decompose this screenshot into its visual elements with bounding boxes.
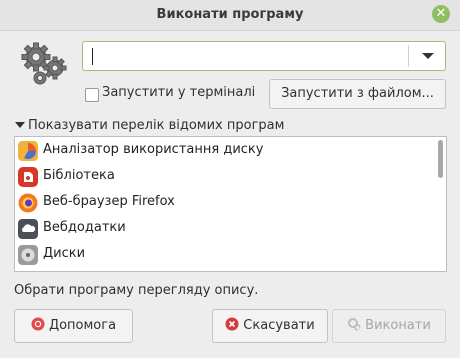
list-item-partial[interactable] [15, 268, 433, 272]
list-item[interactable]: Бібліотека [15, 164, 433, 190]
cancel-button-label: Скасувати [243, 318, 315, 333]
show-app-list-toggle[interactable]: Показувати перелік відомих програм [28, 118, 284, 133]
list-item[interactable]: Вебдодатки [15, 216, 433, 242]
list-item-label: Диски [43, 246, 86, 261]
run-button[interactable]: Виконати [332, 309, 446, 343]
status-text: Обрати програму перегляду опису. [14, 283, 259, 298]
help-button[interactable]: Допомога [14, 309, 133, 343]
help-icon [31, 317, 45, 331]
combo-separator [408, 45, 409, 67]
chevron-down-icon[interactable] [422, 53, 434, 59]
help-button-label: Допомога [48, 318, 117, 333]
firefox-icon [18, 193, 38, 213]
run-in-terminal-checkbox[interactable] [85, 88, 99, 102]
close-icon[interactable]: ✕ [432, 5, 450, 23]
app-icon [18, 271, 38, 272]
run-button-label: Виконати [365, 318, 431, 333]
list-item-label: Бібліотека [43, 168, 115, 183]
list-item-label: Веб-браузер Firefox [43, 194, 175, 209]
gears-icon [21, 42, 67, 85]
list-item[interactable]: Диски [15, 242, 433, 268]
run-in-terminal-label[interactable]: Запустити у терміналі [102, 85, 255, 100]
list-item[interactable]: Аналізатор використання диску [15, 138, 433, 164]
run-dialog: Виконати програму ✕ Запустити у термінал… [0, 0, 460, 358]
run-with-file-button[interactable]: Запустити з файлом... [269, 79, 446, 109]
title-bar: Виконати програму ✕ [0, 0, 460, 31]
library-icon [18, 167, 38, 187]
list-item[interactable]: Веб-браузер Firefox [15, 190, 433, 216]
list-item-label: Аналізатор використання диску [43, 142, 264, 157]
command-combo[interactable] [82, 41, 446, 71]
webapps-icon [18, 219, 38, 239]
command-input[interactable] [91, 46, 405, 68]
disk-usage-analyzer-icon [18, 141, 38, 161]
list-scrollbar[interactable] [438, 140, 443, 178]
run-gears-icon [348, 318, 361, 331]
expander-arrow-icon[interactable] [15, 122, 25, 128]
list-item-label: Вебдодатки [43, 220, 126, 235]
window-title: Виконати програму [156, 7, 304, 22]
disks-icon [18, 245, 38, 265]
app-list[interactable]: Аналізатор використання диску Бібліотека… [14, 136, 447, 272]
text-cursor [92, 48, 93, 65]
cancel-icon [225, 317, 239, 331]
cancel-button[interactable]: Скасувати [212, 309, 328, 343]
